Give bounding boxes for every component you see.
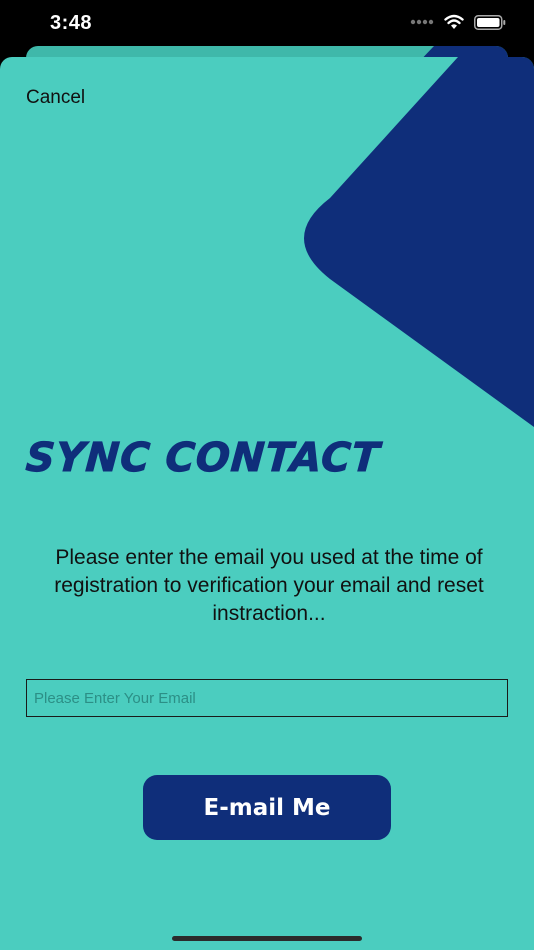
home-indicator — [172, 936, 362, 941]
cancel-button[interactable]: Cancel — [26, 87, 85, 109]
status-bar: 3:48 — [0, 0, 534, 48]
cellular-signal-icon — [410, 19, 434, 25]
email-field[interactable] — [26, 679, 508, 717]
instruction-text: Please enter the email you used at the t… — [54, 546, 484, 625]
wifi-icon — [444, 14, 464, 29]
page-title: SYNC CONTACT — [24, 435, 382, 482]
status-time: 3:48 — [50, 12, 93, 34]
forgot-password-sheet: Cancel SYNC CONTACT Please enter the ema… — [0, 57, 534, 950]
email-me-button[interactable]: E-mail Me — [143, 775, 391, 840]
battery-icon — [474, 14, 506, 30]
status-icons — [410, 14, 506, 30]
